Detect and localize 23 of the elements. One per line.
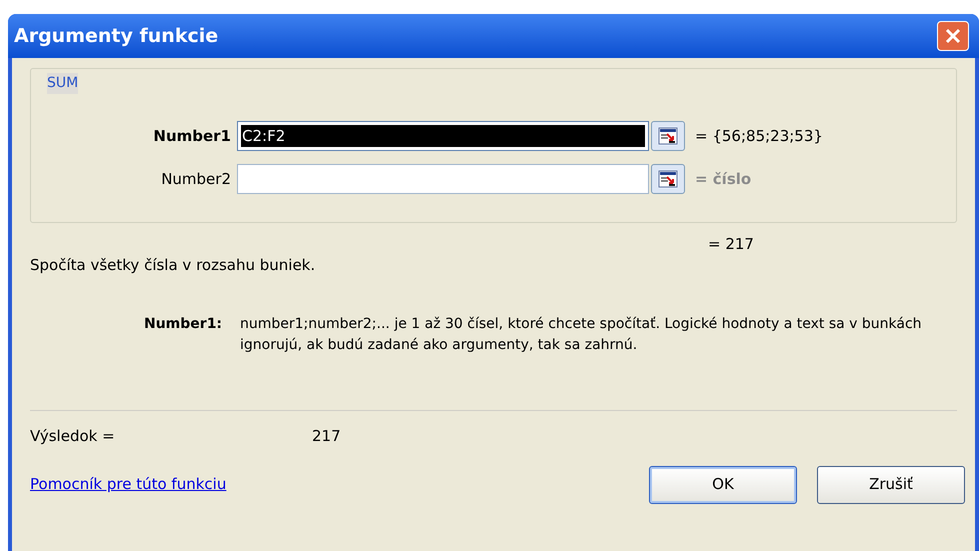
argument-field[interactable]: C2:F2	[237, 121, 649, 151]
collapse-dialog-button[interactable]	[651, 121, 685, 151]
help-label: Number1:	[144, 315, 224, 334]
result-value: 217	[312, 426, 341, 447]
argument-result: = {56;85;23;53}	[695, 126, 823, 147]
function-name: SUM	[47, 73, 78, 94]
collapse-dialog-icon	[658, 127, 678, 145]
help-text: number1;number2;... je 1 až 30 čísel, ktoré chcete spočítať. Logické hodnoty a text sa v bunkách ignorujú, ak budú zadané ako argumenty, tak sa zahrnú.	[240, 315, 923, 355]
window-title: Argumenty funkcie	[14, 24, 218, 49]
dialog-button[interactable]: Zrušiť	[817, 466, 965, 504]
collapse-dialog-icon	[658, 170, 678, 188]
argument-label: Number1	[152, 126, 232, 147]
dialog-button[interactable]: OK	[649, 466, 797, 504]
argument-label: Number2	[160, 168, 232, 190]
argument-field[interactable]	[237, 164, 649, 194]
function-description: Spočíta všetky čísla v rozsahu buniek.	[30, 254, 316, 276]
collapse-dialog-button[interactable]	[651, 164, 685, 194]
result-label: Výsledok =	[30, 426, 116, 447]
close-button[interactable]	[937, 21, 969, 51]
help-link[interactable]: Pomocník pre túto funkciu	[30, 473, 226, 496]
formula-result: = 217	[708, 234, 755, 255]
argument-result: = číslo	[695, 168, 752, 190]
close-icon	[945, 28, 961, 44]
